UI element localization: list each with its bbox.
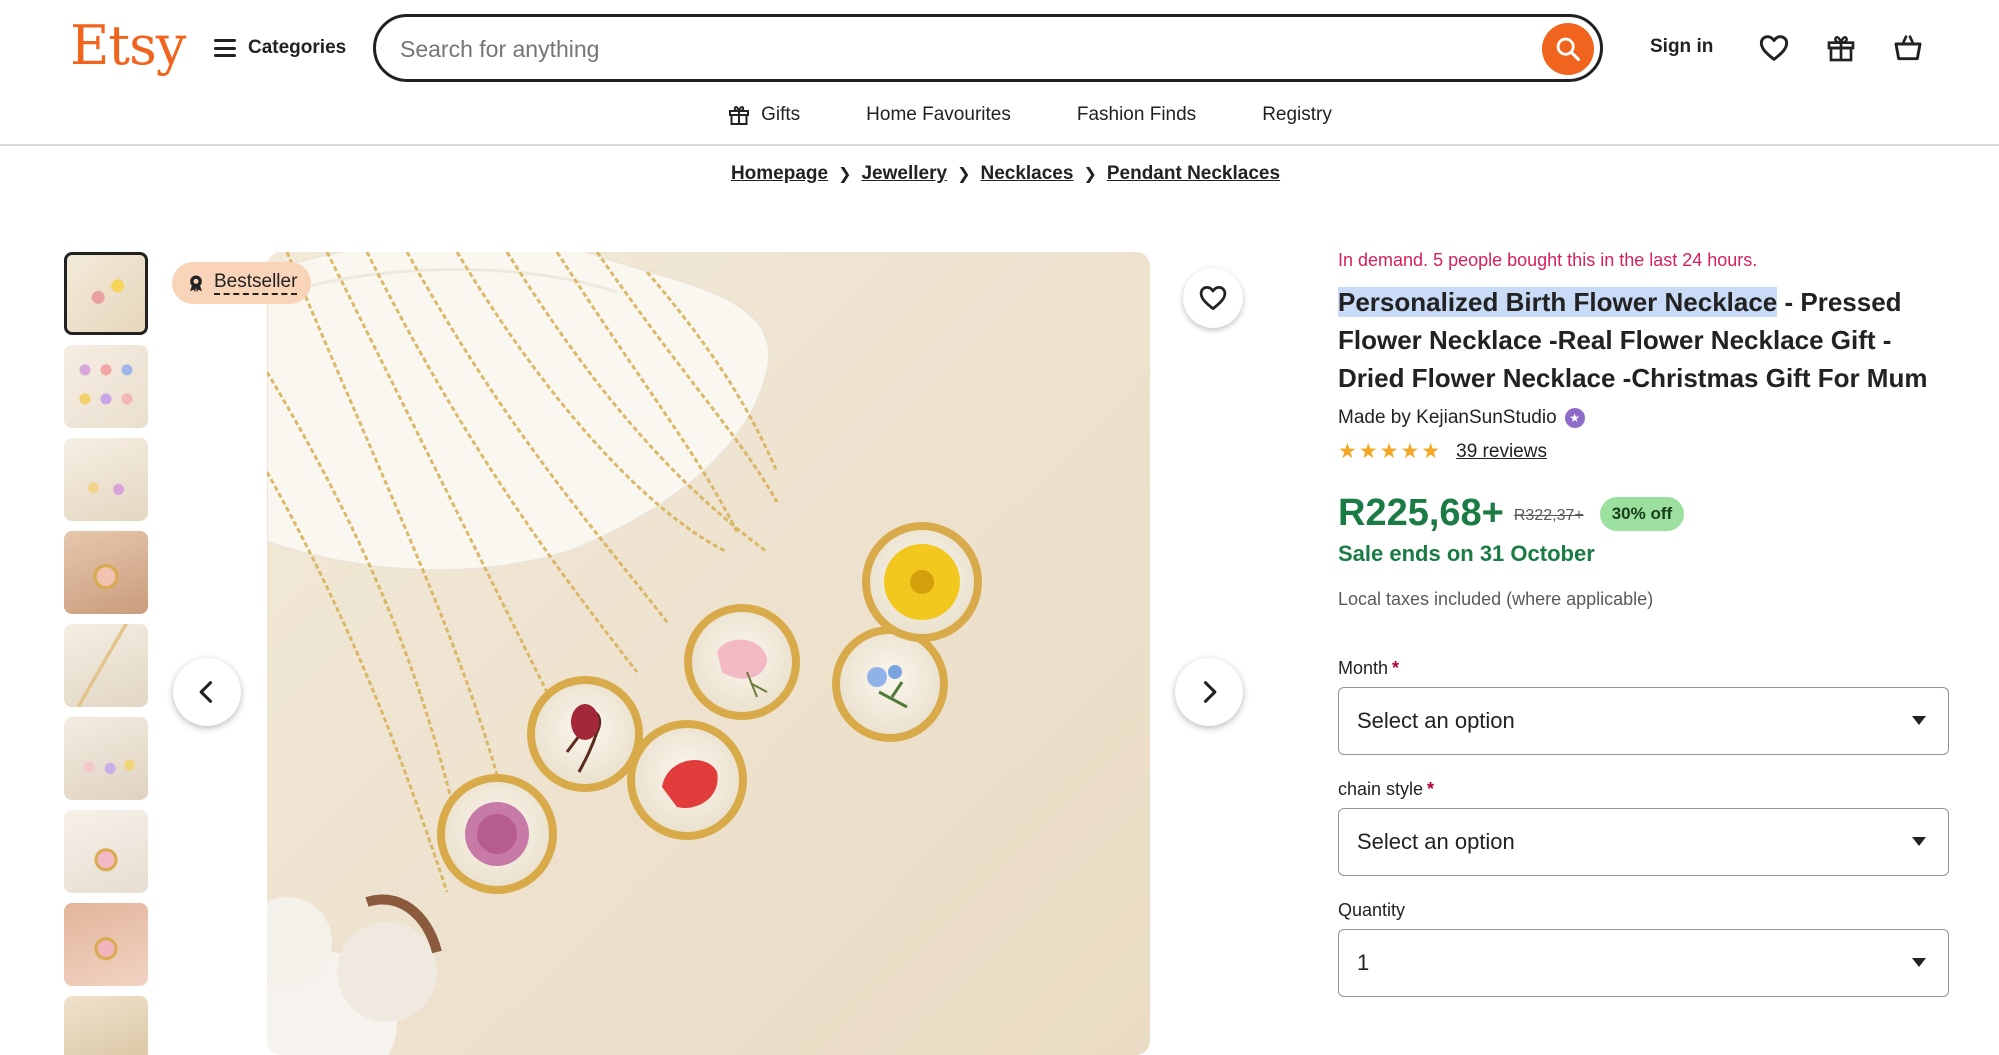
pendant-pink-flower	[437, 774, 557, 894]
sale-price: R225,68+	[1338, 492, 1504, 534]
chain-style-select[interactable]: Select an option	[1338, 808, 1949, 876]
hamburger-menu-icon	[214, 39, 236, 57]
sign-in-link[interactable]: Sign in	[1650, 36, 1713, 58]
subnav-item-fashion-finds[interactable]: Fashion Finds	[1077, 100, 1196, 130]
previous-image-button[interactable]	[173, 658, 241, 726]
product-main-image[interactable]	[267, 252, 1150, 1055]
subnav-label: Fashion Finds	[1076, 104, 1197, 125]
original-price: R322,37+	[1513, 506, 1584, 524]
breadcrumb-homepage[interactable]: Homepage	[731, 163, 828, 185]
subnav-item-home-favourites[interactable]: Home Favourites	[866, 100, 1011, 130]
rating-row: ★★★★★ 39 reviews	[1338, 439, 1952, 464]
search-input[interactable]	[400, 29, 1500, 69]
pendant-yellow-flower	[862, 522, 982, 642]
cart-button[interactable]	[1890, 30, 1926, 66]
chain-style-select-value: Select an option	[1357, 829, 1515, 854]
search-button[interactable]	[1542, 23, 1594, 75]
heart-icon	[1759, 35, 1789, 61]
award-ribbon-icon	[190, 275, 202, 293]
month-select[interactable]: Select an option	[1338, 687, 1949, 755]
breadcrumb-necklaces[interactable]: Necklaces	[980, 163, 1073, 185]
pendant-pink-blossom	[684, 604, 800, 720]
subnav-label: Home Favourites	[866, 104, 1011, 125]
subnav-label: Gifts	[761, 104, 801, 125]
breadcrumb-pendant-necklaces[interactable]: Pendant Necklaces	[1107, 163, 1280, 185]
subnav-item-registry[interactable]: Registry	[1262, 100, 1332, 130]
chain-style-label: chain style *	[1338, 779, 1952, 800]
basket-icon	[1894, 35, 1922, 61]
favourites-button[interactable]	[1756, 30, 1792, 66]
month-field: Month * Select an option	[1338, 658, 1952, 755]
caret-down-icon	[1912, 837, 1926, 846]
pendant-blue-flower	[832, 626, 948, 742]
pendant-red-petals	[627, 720, 747, 840]
thumbnail-4[interactable]	[64, 531, 148, 614]
gift-icon	[1827, 36, 1855, 62]
breadcrumb-jewellery[interactable]: Jewellery	[861, 163, 947, 185]
reviews-link[interactable]: 39 reviews	[1456, 441, 1547, 463]
etsy-logo[interactable]: Etsy	[70, 14, 186, 77]
thumbnail-5[interactable]	[64, 624, 148, 707]
quantity-select[interactable]: 1	[1338, 929, 1949, 997]
necklace-photo	[267, 252, 1150, 1055]
gift-icon	[729, 106, 750, 125]
product-title-highlighted: Personalized Birth Flower Necklace	[1338, 287, 1778, 317]
required-asterisk: *	[1427, 779, 1435, 799]
month-label-text: Month	[1338, 658, 1389, 678]
thumbnail-6[interactable]	[64, 717, 148, 800]
thumbnail-7[interactable]	[64, 810, 148, 893]
required-asterisk: *	[1392, 658, 1400, 678]
star-rating-icon: ★★★★★	[1338, 440, 1443, 463]
product-title: Personalized Birth Flower Necklace - Pre…	[1338, 283, 1952, 397]
thumbnail-3[interactable]	[64, 438, 148, 521]
thumbnail-8[interactable]	[64, 903, 148, 986]
next-image-button[interactable]	[1175, 658, 1243, 726]
subnav-item-gifts[interactable]: Gifts	[727, 100, 800, 130]
shop-name[interactable]: Made by KejianSunStudio	[1338, 407, 1557, 429]
subnav-label: Registry	[1262, 104, 1332, 125]
site-header: Etsy Categories Sign in	[0, 0, 1999, 146]
categories-button[interactable]: Categories	[214, 30, 346, 66]
thumbnail-9[interactable]	[64, 996, 148, 1055]
discount-badge: 30% off	[1599, 496, 1685, 531]
star-seller-icon: ★	[1564, 408, 1585, 428]
chevron-right-icon: ❯	[838, 166, 852, 183]
quantity-select-value: 1	[1357, 950, 1370, 975]
tax-note: Local taxes included (where applicable)	[1338, 589, 1654, 609]
month-select-value: Select an option	[1357, 708, 1515, 733]
thumbnail-2[interactable]	[64, 345, 148, 428]
thumbnail-1[interactable]	[64, 252, 148, 335]
quantity-label: Quantity	[1338, 900, 1952, 921]
chain-style-label-text: chain style	[1338, 779, 1424, 799]
search-icon	[1556, 37, 1581, 62]
breadcrumb: Homepage ❯ Jewellery ❯ Necklaces ❯ Penda…	[0, 163, 1999, 185]
product-details: In demand. 5 people bought this in the l…	[1338, 250, 1952, 997]
chevron-right-icon: ❯	[957, 166, 971, 183]
gift-button[interactable]	[1823, 30, 1859, 66]
pendant-red-flower	[527, 676, 643, 792]
chevron-left-icon	[199, 681, 213, 703]
month-label: Month *	[1338, 658, 1952, 679]
add-to-favourites-button[interactable]	[1183, 268, 1243, 328]
price-row: R225,68+ R322,37+ 30% off	[1338, 492, 1952, 535]
demand-notice: In demand. 5 people bought this in the l…	[1338, 250, 1758, 270]
quantity-label-text: Quantity	[1338, 900, 1406, 920]
categories-label: Categories	[248, 37, 347, 58]
chain-style-field: chain style * Select an option	[1338, 779, 1952, 876]
sub-navigation: Gifts Home Favourites Fashion Finds Regi…	[0, 100, 1999, 130]
quantity-field: Quantity 1	[1338, 900, 1952, 997]
search-bar	[373, 14, 1603, 82]
sale-end-date: Sale ends on 31 October	[1338, 541, 1595, 566]
thumbnail-strip	[64, 252, 148, 1055]
shop-info: Made by KejianSunStudio ★	[1338, 407, 1952, 429]
chevron-right-icon: ❯	[1083, 166, 1097, 183]
caret-down-icon	[1912, 958, 1926, 967]
bestseller-label: Bestseller	[214, 271, 298, 295]
bestseller-badge[interactable]: Bestseller	[172, 262, 312, 304]
chevron-right-icon	[1203, 681, 1217, 703]
heart-icon	[1199, 286, 1227, 310]
caret-down-icon	[1912, 716, 1926, 725]
